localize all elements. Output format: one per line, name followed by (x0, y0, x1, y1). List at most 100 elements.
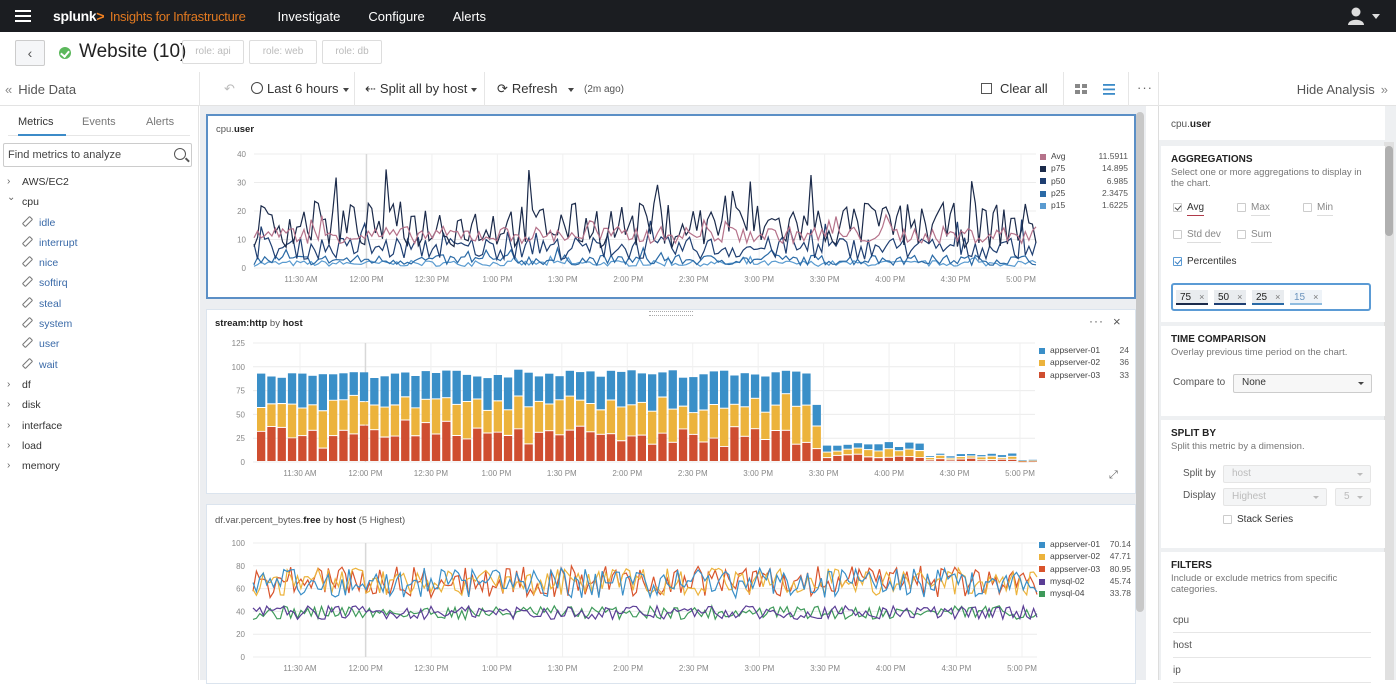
bar-segment-appserver-03[interactable] (689, 434, 698, 461)
agg-stddev-checkbox[interactable]: Std dev (1173, 229, 1221, 243)
bar-segment-appserver-02[interactable] (648, 411, 657, 444)
bar-segment-appserver-03[interactable] (802, 442, 811, 461)
bar-segment-appserver-03[interactable] (473, 428, 482, 461)
bar-segment-appserver-03[interactable] (750, 429, 760, 461)
bar-segment-appserver-01[interactable] (956, 454, 965, 456)
legend-item[interactable]: appserver-02 36 (1039, 356, 1129, 368)
user-menu-caret-icon[interactable] (1372, 14, 1380, 19)
bar-segment-appserver-01[interactable] (648, 374, 657, 411)
legend-item[interactable]: p75 14.895 (1040, 162, 1128, 174)
bar-segment-appserver-01[interactable] (925, 456, 935, 457)
bar-segment-appserver-01[interactable] (946, 456, 955, 458)
filter-item[interactable]: host (1173, 633, 1371, 658)
bar-segment-appserver-03[interactable] (833, 455, 842, 461)
agg-percentiles-checkbox[interactable]: Percentiles (1173, 256, 1236, 267)
bar-segment-appserver-03[interactable] (936, 459, 945, 461)
filter-item[interactable]: ip (1173, 658, 1371, 683)
nav-investigate[interactable]: Investigate (278, 9, 341, 24)
tree-group-interface[interactable]: › interface (0, 416, 199, 436)
bar-segment-appserver-03[interactable] (761, 440, 770, 461)
bar-segment-appserver-01[interactable] (380, 376, 389, 407)
remove-tag-icon[interactable]: × (1199, 292, 1204, 302)
list-view-icon[interactable] (1103, 83, 1115, 98)
bar-segment-appserver-03[interactable] (843, 455, 852, 461)
bar-segment-appserver-01[interactable] (915, 443, 924, 450)
bar-segment-appserver-02[interactable] (936, 455, 945, 459)
bar-segment-appserver-02[interactable] (339, 400, 348, 430)
chart-card-cpu-user[interactable]: cpu.user 0 10 20 30 40 11:30 AM 12:00 PM 12:30 … (206, 114, 1136, 299)
metric-item-steal[interactable]: steal (0, 294, 199, 314)
bar-segment-appserver-03[interactable] (565, 430, 574, 461)
bar-segment-appserver-03[interactable] (452, 436, 461, 461)
bar-segment-appserver-03[interactable] (442, 421, 451, 461)
bar-segment-appserver-03[interactable] (987, 460, 996, 461)
tree-group-aws-ec2[interactable]: › AWS/EC2 (0, 172, 199, 192)
legend-item[interactable]: p25 2.3475 (1040, 187, 1128, 199)
bar-segment-appserver-03[interactable] (390, 436, 400, 462)
bar-segment-appserver-02[interactable] (267, 404, 276, 427)
bar-segment-appserver-01[interactable] (576, 372, 585, 400)
tree-group-load[interactable]: › load (0, 436, 199, 456)
stack-series-checkbox[interactable]: Stack Series (1223, 514, 1293, 525)
role-filter-db[interactable]: role: db (322, 40, 382, 64)
bar-segment-appserver-01[interactable] (709, 371, 718, 404)
bar-segment-appserver-03[interactable] (421, 423, 430, 461)
split-all-dropdown[interactable]: ⇠ Split all by host (365, 81, 478, 97)
bar-segment-appserver-01[interactable] (627, 370, 636, 405)
tab-metrics[interactable]: Metrics (18, 116, 53, 128)
legend-item[interactable]: appserver-03 33 (1039, 369, 1129, 381)
bar-segment-appserver-03[interactable] (658, 433, 667, 461)
metric-item-idle[interactable]: idle (0, 213, 199, 233)
nav-alerts[interactable]: Alerts (453, 9, 486, 24)
bar-segment-appserver-03[interactable] (915, 457, 924, 461)
bar-segment-appserver-02[interactable] (1018, 460, 1027, 462)
bar-segment-appserver-02[interactable] (586, 404, 595, 432)
legend-item[interactable]: appserver-01 70.14 (1039, 538, 1131, 550)
tree-group-disk[interactable]: › disk (0, 395, 199, 415)
hide-analysis-button[interactable]: Hide Analysis» (1297, 82, 1388, 97)
bar-segment-appserver-03[interactable] (380, 437, 389, 461)
bar-segment-appserver-02[interactable] (637, 402, 646, 435)
bar-segment-appserver-03[interactable] (514, 429, 523, 461)
bar-segment-appserver-03[interactable] (431, 434, 441, 462)
bar-segment-appserver-02[interactable] (359, 402, 369, 425)
bar-segment-appserver-01[interactable] (555, 376, 564, 400)
bar-segment-appserver-03[interactable] (308, 430, 317, 461)
bar-segment-appserver-01[interactable] (967, 454, 976, 456)
bar-segment-appserver-03[interactable] (493, 432, 502, 461)
bar-segment-appserver-02[interactable] (792, 406, 801, 444)
bar-segment-appserver-02[interactable] (421, 399, 430, 423)
metric-item-softirq[interactable]: softirq (0, 273, 199, 293)
bar-segment-appserver-03[interactable] (267, 427, 276, 461)
bar-segment-appserver-02[interactable] (329, 400, 338, 436)
bar-segment-appserver-03[interactable] (648, 444, 657, 461)
bar-segment-appserver-01[interactable] (761, 376, 770, 412)
bar-segment-appserver-02[interactable] (431, 399, 441, 434)
bar-segment-appserver-01[interactable] (658, 372, 667, 397)
chart-card-stream-http[interactable]: stream:http by host ··· × ⤢ 0 25 50 75 100 12… (206, 309, 1136, 494)
bar-segment-appserver-01[interactable] (843, 444, 852, 449)
tab-alerts[interactable]: Alerts (146, 116, 174, 128)
bar-segment-appserver-02[interactable] (524, 407, 533, 444)
refresh-options-dropdown[interactable] (564, 81, 574, 96)
legend-item[interactable]: p15 1.6225 (1040, 199, 1128, 211)
chevron-down-icon[interactable]: ⌄ (7, 188, 15, 208)
display-select[interactable]: Highest (1223, 488, 1327, 506)
bar-segment-appserver-02[interactable] (750, 398, 760, 429)
bar-segment-appserver-02[interactable] (812, 426, 821, 449)
bar-segment-appserver-03[interactable] (462, 439, 472, 461)
bar-segment-appserver-03[interactable] (822, 458, 832, 461)
bar-segment-appserver-01[interactable] (411, 376, 420, 408)
bar-segment-appserver-03[interactable] (627, 436, 636, 461)
metric-item-system[interactable]: system (0, 314, 199, 334)
bar-segment-appserver-03[interactable] (349, 434, 358, 461)
agg-max-checkbox[interactable]: Max (1237, 202, 1270, 216)
chart-card-df-free[interactable]: df.var.percent_bytes.free by host (5 Hig… (206, 504, 1136, 684)
bar-segment-appserver-01[interactable] (977, 455, 986, 457)
tree-group-memory[interactable]: › memory (0, 456, 199, 476)
metric-item-interrupt[interactable]: interrupt (0, 233, 199, 253)
bar-segment-appserver-02[interactable] (555, 400, 564, 435)
bar-segment-appserver-01[interactable] (864, 444, 873, 450)
bar-segment-appserver-01[interactable] (792, 371, 801, 406)
legend-item[interactable]: Avg 11.5911 (1040, 150, 1128, 162)
